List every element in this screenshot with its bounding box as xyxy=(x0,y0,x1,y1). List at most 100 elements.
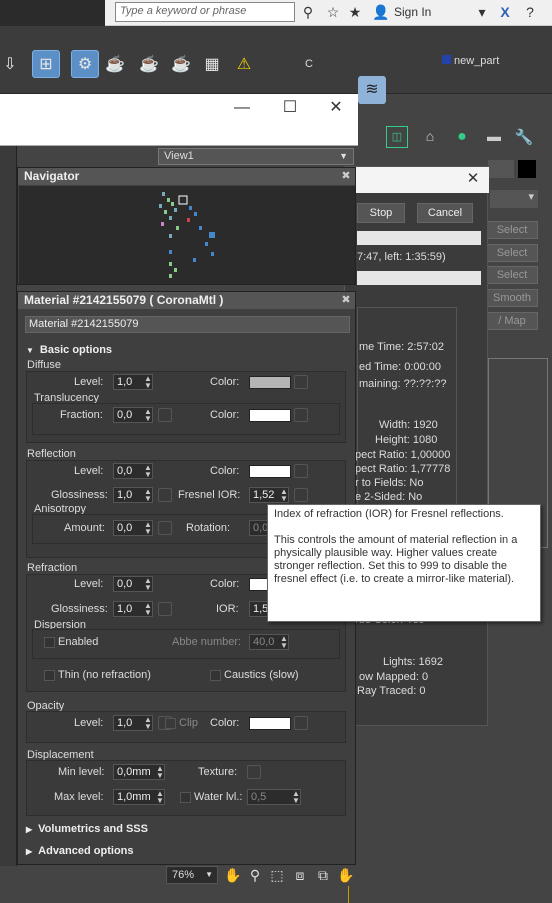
maximize-icon[interactable]: ☐ xyxy=(280,98,300,118)
zoom-dropdown[interactable]: 76% ▼ xyxy=(166,866,218,884)
max-level-spinner[interactable]: 1,0mm ▲ ▼ xyxy=(113,789,165,805)
basic-options-header[interactable]: ▼ Basic options xyxy=(26,341,346,359)
layer-name[interactable]: new_part xyxy=(442,55,499,67)
amount-map-button[interactable] xyxy=(158,521,172,535)
smooth-button[interactable]: Smooth xyxy=(486,289,538,307)
navigator-view[interactable] xyxy=(19,186,355,284)
name-field[interactable] xyxy=(488,160,514,178)
translucency-color-swatch[interactable] xyxy=(249,409,291,422)
refraction-glossiness-spinner[interactable]: 1,0 ▲ ▼ xyxy=(113,601,153,617)
zoom-region-icon[interactable]: ⬚ xyxy=(268,866,286,884)
utilities-icon[interactable]: 🔧 xyxy=(514,128,534,148)
diffuse-color-map-button[interactable] xyxy=(294,375,308,389)
spinner-arrows-icon: ▲ ▼ xyxy=(144,463,152,479)
refraction-ior-spinner[interactable]: 1,5 xyxy=(249,601,269,617)
thin-checkbox[interactable] xyxy=(44,670,55,681)
binoculars-icon[interactable]: ⚲ xyxy=(300,4,316,20)
pan-hand-icon[interactable]: ✋ xyxy=(224,866,242,884)
close-icon[interactable]: ✕ xyxy=(463,169,483,189)
display-icon[interactable]: ▬ xyxy=(484,128,504,148)
shadow-mapped-label: ow Mapped: 0 xyxy=(359,671,429,683)
amount-value: 0,0 xyxy=(117,522,133,534)
fresnel-ior-spinner[interactable]: 1,52 ▲ ▼ xyxy=(249,487,289,503)
select-button-2[interactable]: Select xyxy=(486,244,538,262)
hierarchy-icon[interactable]: ⌂ xyxy=(420,128,440,148)
opacity-color-swatch[interactable] xyxy=(249,717,291,730)
reflection-color-label: Color: xyxy=(210,465,240,477)
zoom-extents-icon[interactable]: ⧈ xyxy=(291,866,309,884)
reflection-color-map-button[interactable] xyxy=(294,464,308,478)
chevron-down-icon[interactable]: ▾ xyxy=(474,4,490,20)
reflection-level-spinner[interactable]: 0,0 ▲ ▼ xyxy=(113,463,153,479)
caustics-checkbox[interactable] xyxy=(210,670,221,681)
select-button-1[interactable]: Select xyxy=(486,221,538,239)
motion-icon[interactable]: ● xyxy=(452,128,472,148)
material-editor-icon[interactable]: ⚙ xyxy=(71,50,99,78)
view-dropdown[interactable]: View1 ▼ xyxy=(158,148,354,165)
diffuse-level-label: Level: xyxy=(74,376,104,388)
advanced-header[interactable]: ▶ Advanced options xyxy=(26,842,346,860)
material-name-field[interactable]: Material #2142155079 xyxy=(25,316,350,333)
exchange-x-icon[interactable]: X xyxy=(497,4,513,20)
opacity-level-spinner[interactable]: 1,0 ▲ ▼ xyxy=(113,715,153,731)
refraction-ior-value: 1,5 xyxy=(253,603,269,615)
refraction-glossiness-value: 1,0 xyxy=(117,603,133,615)
stop-button[interactable]: Stop xyxy=(357,203,405,223)
water-level-checkbox[interactable] xyxy=(180,792,191,803)
close-icon[interactable]: ✖ xyxy=(340,294,352,306)
fraction-spinner[interactable]: 0,0 ▲ ▼ xyxy=(113,407,153,423)
min-level-spinner[interactable]: 0,0mm ▲ ▼ xyxy=(113,764,165,780)
refraction-glossiness-map-button[interactable] xyxy=(158,602,172,616)
reflection-title: Reflection xyxy=(27,448,76,460)
user-icon[interactable]: 👤 xyxy=(372,4,389,20)
pan-mode-icon[interactable]: ✋ xyxy=(337,866,355,884)
layer-explorer-icon[interactable]: ≋ xyxy=(358,76,386,104)
help-icon[interactable]: ? xyxy=(522,4,538,20)
import-icon[interactable]: ⇩ xyxy=(0,50,20,78)
render-production-icon[interactable]: ☕ xyxy=(167,50,195,78)
diffuse-level-spinner[interactable]: 1,0 ▲ ▼ xyxy=(113,374,153,390)
zoom-selected-icon[interactable]: ⧉ xyxy=(314,866,332,884)
close-icon[interactable]: ✖ xyxy=(340,170,352,182)
opacity-level-label: Level: xyxy=(74,717,104,729)
translucency-color-map-button[interactable] xyxy=(294,408,308,422)
schematic-view-icon[interactable]: ⊞ xyxy=(32,50,60,78)
select-button-3[interactable]: Select xyxy=(486,266,538,284)
refraction-title: Refraction xyxy=(27,562,78,574)
timeline-marker xyxy=(348,886,349,903)
white-window: — ☐ ✕ xyxy=(0,94,358,146)
glossiness-map-button[interactable] xyxy=(158,488,172,502)
fresnel-ior-label: Fresnel IOR: xyxy=(178,489,241,501)
water-level-spinner[interactable]: 0,5 ▲ ▼ xyxy=(247,789,301,805)
volumetrics-header[interactable]: ▶ Volumetrics and SSS xyxy=(26,820,346,838)
sign-in-link[interactable]: Sign In xyxy=(394,5,431,19)
close-icon[interactable]: ✕ xyxy=(326,98,346,118)
diffuse-color-swatch[interactable] xyxy=(249,376,291,389)
refraction-level-spinner[interactable]: 0,0 ▲ ▼ xyxy=(113,576,153,592)
opacity-color-map-button[interactable] xyxy=(294,716,308,730)
reflection-color-swatch[interactable] xyxy=(249,465,291,478)
dispersion-enabled-checkbox[interactable] xyxy=(44,637,55,648)
texture-map-button[interactable] xyxy=(247,765,261,779)
amount-spinner[interactable]: 0,0 ▲ ▼ xyxy=(113,520,153,536)
fresnel-ior-map-button[interactable] xyxy=(294,488,308,502)
abbe-number-spinner[interactable]: 40,0 ▲ ▼ xyxy=(249,634,289,650)
star-icon[interactable]: ★ xyxy=(347,4,363,20)
render-grid-icon[interactable]: ▦ xyxy=(198,50,226,78)
minimize-icon[interactable]: — xyxy=(232,98,252,118)
star-outline-icon[interactable]: ☆ xyxy=(325,4,341,20)
modifier-list-dropdown[interactable]: ▾ xyxy=(490,190,538,208)
reflection-glossiness-spinner[interactable]: 1,0 ▲ ▼ xyxy=(113,487,153,503)
map-button[interactable]: / Map xyxy=(486,312,538,330)
fraction-map-button[interactable] xyxy=(158,408,172,422)
color-swatch-black[interactable] xyxy=(518,160,536,178)
clip-checkbox[interactable] xyxy=(165,718,176,729)
modify-icon[interactable]: ◫ xyxy=(386,126,408,148)
cancel-button[interactable]: Cancel xyxy=(417,203,473,223)
spinner-arrows-icon: ▲ ▼ xyxy=(156,789,164,805)
warning-icon[interactable]: ⚠ xyxy=(230,50,258,78)
zoom-magnifier-icon[interactable]: ⚲ xyxy=(246,866,264,884)
render-setup-icon[interactable]: ☕ xyxy=(101,50,129,78)
rendered-frame-icon[interactable]: ☕ xyxy=(135,50,163,78)
search-input[interactable]: Type a keyword or phrase xyxy=(115,2,295,22)
